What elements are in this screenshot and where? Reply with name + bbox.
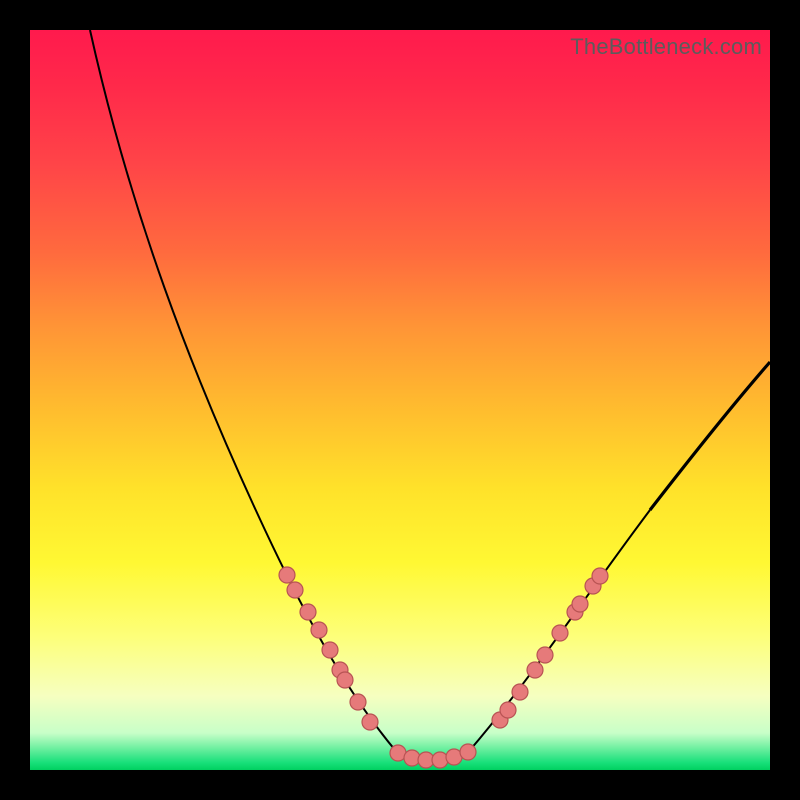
data-dot <box>404 750 420 766</box>
data-dot <box>500 702 516 718</box>
outer-frame: TheBottleneck.com <box>0 0 800 800</box>
curve-left-branch <box>90 30 395 750</box>
data-dot <box>300 604 316 620</box>
data-dot <box>460 744 476 760</box>
data-dot <box>337 672 353 688</box>
data-dot <box>527 662 543 678</box>
data-dot <box>279 567 295 583</box>
data-dot <box>287 582 303 598</box>
data-dot <box>362 714 378 730</box>
data-dot <box>311 622 327 638</box>
data-dot <box>350 694 366 710</box>
dot-group <box>279 567 608 768</box>
plot-area: TheBottleneck.com <box>30 30 770 770</box>
chart-svg <box>30 30 770 770</box>
data-dot <box>537 647 553 663</box>
data-dot <box>592 568 608 584</box>
data-dot <box>572 596 588 612</box>
curve-right-branch-tail <box>650 362 770 510</box>
data-dot <box>432 752 448 768</box>
data-dot <box>552 625 568 641</box>
data-dot <box>512 684 528 700</box>
data-dot <box>322 642 338 658</box>
